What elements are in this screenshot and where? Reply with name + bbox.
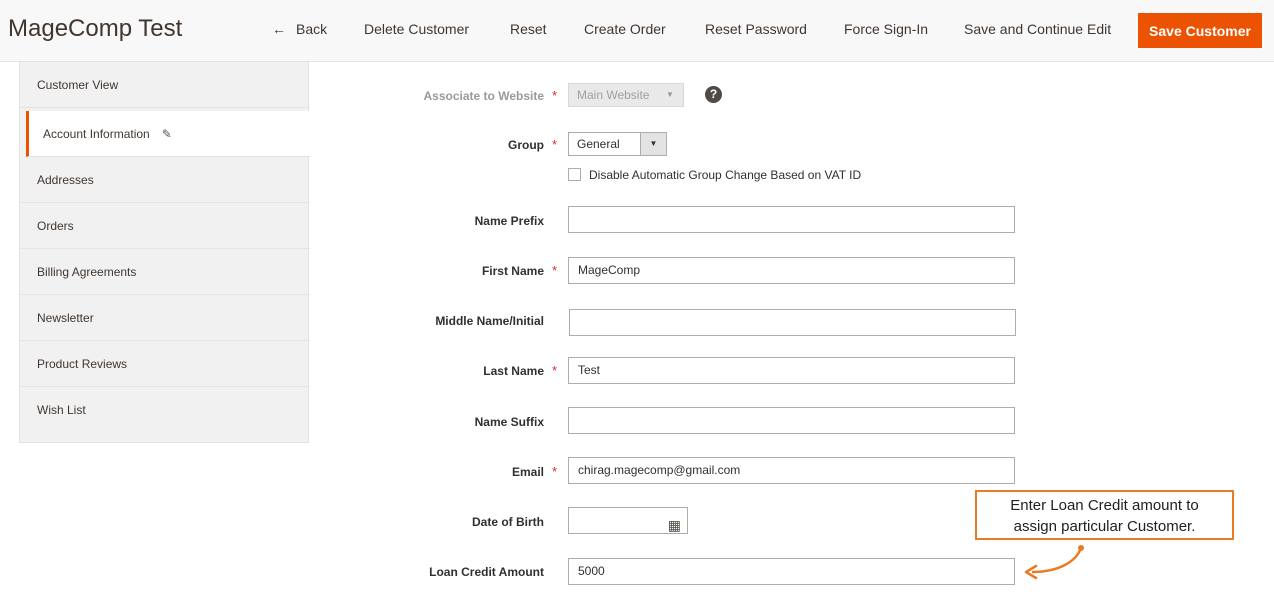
sidebar-item-product-reviews[interactable]: Product Reviews (20, 341, 310, 387)
sidebar-item-account-information[interactable]: Account Information ✎ (26, 111, 310, 157)
reset-password-button[interactable]: Reset Password (705, 21, 807, 37)
back-arrow-icon: ← (272, 21, 286, 37)
disable-group-change-label: Disable Automatic Group Change Based on … (589, 168, 862, 182)
page-title: MageComp Test (8, 15, 183, 42)
help-icon[interactable]: ? (705, 86, 722, 103)
required-marker: * (552, 363, 558, 378)
required-marker: * (552, 88, 558, 103)
loan-credit-label: Loan Credit Amount (429, 565, 544, 579)
callout-line-2: assign particular Customer. (1013, 518, 1196, 535)
middle-name-input[interactable] (569, 309, 1016, 336)
required-marker: * (552, 263, 558, 278)
first-name-input[interactable]: MageComp (568, 257, 1015, 284)
sidebar-item-wish-list[interactable]: Wish List (20, 387, 310, 433)
website-select: Main Website ▼ (568, 83, 684, 107)
email-input[interactable]: chirag.magecomp@gmail.com (568, 457, 1015, 484)
sidebar-item-label: Account Information (43, 127, 150, 141)
create-order-button[interactable]: Create Order (584, 21, 666, 37)
loan-credit-input[interactable]: 5000 (568, 558, 1015, 585)
chevron-down-icon: ▼ (657, 84, 683, 106)
group-select[interactable]: General ▼ (568, 132, 667, 156)
required-marker: * (552, 137, 558, 152)
customer-tabs-sidebar: Customer View Account Information ✎ Addre… (19, 62, 310, 443)
delete-customer-button[interactable]: Delete Customer (364, 21, 469, 37)
sidebar-item-addresses[interactable]: Addresses (20, 157, 310, 203)
sidebar-item-orders[interactable]: Orders (20, 203, 310, 249)
last-name-input[interactable]: Test (568, 357, 1015, 384)
save-continue-button[interactable]: Save and Continue Edit (964, 21, 1111, 37)
dob-label: Date of Birth (472, 515, 544, 529)
sidebar-item-newsletter[interactable]: Newsletter (20, 295, 310, 341)
annotation-callout: Enter Loan Credit amount to assign parti… (975, 490, 1234, 540)
name-suffix-input[interactable] (568, 407, 1015, 434)
back-label: Back (296, 21, 328, 37)
middle-name-label: Middle Name/Initial (435, 314, 544, 328)
name-suffix-label: Name Suffix (474, 415, 544, 429)
force-signin-button[interactable]: Force Sign-In (844, 21, 928, 37)
callout-arrow-icon (1024, 545, 1084, 580)
name-prefix-label: Name Prefix (474, 214, 544, 228)
required-marker: * (552, 464, 558, 479)
disable-group-change-checkbox[interactable] (568, 168, 581, 181)
email-label: Email (511, 465, 544, 479)
sidebar-item-customer-view[interactable]: Customer View (20, 62, 310, 108)
dob-input[interactable]: ▦ (568, 507, 688, 534)
website-label: Associate to Website (423, 89, 544, 103)
page-header: MageComp Test ← Back Delete Customer Rese… (0, 0, 1274, 62)
name-prefix-input[interactable] (568, 206, 1015, 233)
website-value: Main Website (577, 88, 650, 102)
calendar-icon[interactable]: ▦ (668, 513, 681, 538)
reset-button[interactable]: Reset (510, 21, 547, 37)
group-label: Group (508, 138, 544, 152)
callout-line-1: Enter Loan Credit amount to (1010, 497, 1199, 514)
first-name-label: First Name (481, 264, 544, 278)
group-value: General (577, 137, 620, 151)
back-button[interactable]: ← Back (272, 21, 327, 37)
last-name-label: Last Name (483, 364, 544, 378)
pencil-icon: ✎ (161, 127, 172, 141)
save-customer-button[interactable]: Save Customer (1138, 13, 1262, 48)
chevron-down-icon: ▼ (640, 133, 666, 155)
sidebar-item-billing-agreements[interactable]: Billing Agreements (20, 249, 310, 295)
